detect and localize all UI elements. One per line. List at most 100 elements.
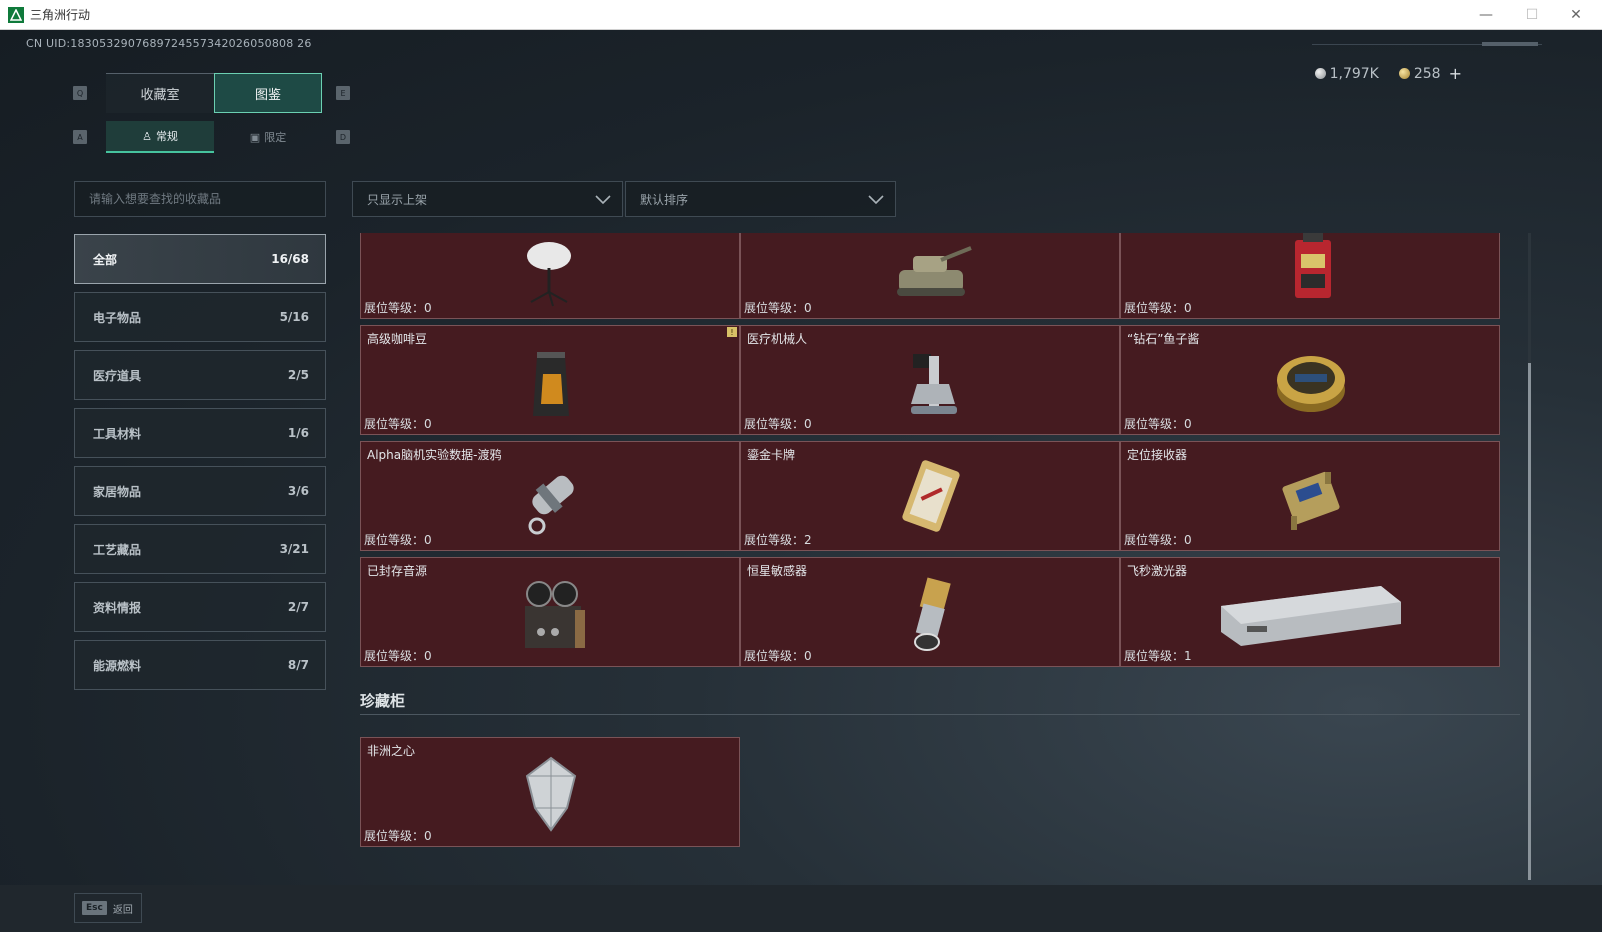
- item-card[interactable]: 高级咖啡豆 ! 展位等级：0: [360, 325, 740, 435]
- item-level: 展位等级：0: [744, 647, 812, 664]
- level-value: 0: [1184, 417, 1192, 431]
- category-label: 电子物品: [93, 310, 142, 325]
- level-value: 0: [424, 649, 432, 663]
- item-card[interactable]: 恒星敏感器 展位等级：0: [740, 557, 1120, 667]
- item-level: 展位等级：0: [364, 299, 432, 316]
- silver-currency: 1,797K: [1314, 66, 1379, 82]
- level-prefix: 展位等级：: [1124, 301, 1185, 315]
- item-name: 非洲之心: [367, 744, 416, 758]
- level-value: 0: [804, 417, 812, 431]
- category-energy[interactable]: 能源燃料 8/7: [74, 640, 326, 690]
- category-count: 2/5: [287, 368, 309, 382]
- category-count: 2/7: [287, 600, 309, 614]
- category-label: 工艺藏品: [93, 542, 142, 557]
- item-name: 医疗机械人: [747, 332, 808, 346]
- sort-dropdown[interactable]: 默认排序: [625, 181, 896, 217]
- level-prefix: 展位等级：: [744, 417, 805, 431]
- prev-tab-key-hint[interactable]: Q: [73, 86, 87, 100]
- level-prefix: 展位等级：: [364, 649, 425, 663]
- category-label: 全部: [93, 252, 118, 267]
- gps-receiver-icon: [1251, 450, 1371, 542]
- item-card[interactable]: 展位等级：0: [1120, 233, 1500, 319]
- gold-coin-icon: [1398, 68, 1410, 79]
- currency-bar: 1,797K 258 +: [1314, 64, 1462, 83]
- item-level: 展位等级：0: [364, 827, 432, 844]
- item-name: 鎏金卡牌: [747, 448, 796, 462]
- item-level: 展位等级：2: [744, 531, 812, 548]
- category-label: 能源燃料: [93, 658, 142, 673]
- subtab-limited[interactable]: ▣ 限定: [214, 121, 322, 153]
- level-prefix: 展位等级：: [744, 533, 805, 547]
- item-card[interactable]: 非洲之心 展位等级：0: [360, 737, 740, 847]
- level-prefix: 展位等级：: [364, 417, 425, 431]
- esc-key-hint: Esc: [82, 901, 107, 915]
- level-prefix: 展位等级：: [1124, 649, 1185, 663]
- top-divider-accent: [1482, 42, 1538, 46]
- window-title-bar: 三角洲行动 — ☐ ✕: [0, 0, 1602, 30]
- subtab-limited-label: 限定: [264, 131, 287, 144]
- add-currency-button[interactable]: +: [1449, 64, 1462, 83]
- item-name: 定位接收器: [1127, 448, 1188, 462]
- maximize-button[interactable]: ☐: [1510, 0, 1554, 30]
- item-level: 展位等级：0: [1124, 531, 1192, 548]
- shelf-filter-dropdown[interactable]: 只显示上架: [352, 181, 623, 217]
- item-card[interactable]: Alpha脑机实验数据-渡鸦 展位等级：0: [360, 441, 740, 551]
- chevron-down-icon: [595, 195, 611, 205]
- category-tools[interactable]: 工具材料 1/6: [74, 408, 326, 458]
- item-card[interactable]: 医疗机械人 展位等级：0: [740, 325, 1120, 435]
- category-count: 16/68: [271, 252, 309, 266]
- level-value: 0: [424, 417, 432, 431]
- subtab-regular[interactable]: ♙ 常规: [106, 121, 214, 153]
- item-card[interactable]: 定位接收器 展位等级：0: [1120, 441, 1500, 551]
- next-subtab-key-hint[interactable]: D: [336, 130, 350, 144]
- item-level: 展位等级：0: [364, 647, 432, 664]
- item-card[interactable]: 已封存音源 展位等级：0: [360, 557, 740, 667]
- tab-catalog[interactable]: 图鉴: [214, 73, 322, 113]
- item-name: “钻石”鱼子酱: [1127, 332, 1200, 346]
- item-card[interactable]: 展位等级：0: [740, 233, 1120, 319]
- red-device-icon: [1251, 233, 1371, 310]
- subtab-regular-label: 常规: [155, 130, 178, 143]
- item-name: 高级咖啡豆: [367, 332, 428, 346]
- category-household[interactable]: 家居物品 3/6: [74, 466, 326, 516]
- sort-value: 默认排序: [640, 192, 689, 207]
- tank-model-icon: [871, 233, 991, 310]
- category-intel[interactable]: 资料情报 2/7: [74, 582, 326, 632]
- regular-icon: ♙: [142, 129, 152, 143]
- item-name: Alpha脑机实验数据-渡鸦: [367, 448, 502, 462]
- tab-collection-room[interactable]: 收藏室: [106, 73, 214, 113]
- item-level: 展位等级：0: [364, 531, 432, 548]
- category-crafts[interactable]: 工艺藏品 3/21: [74, 524, 326, 574]
- grid-scrollbar[interactable]: [1528, 233, 1531, 880]
- category-medical[interactable]: 医疗道具 2/5: [74, 350, 326, 400]
- next-tab-key-hint[interactable]: E: [336, 86, 350, 100]
- item-card[interactable]: 飞秒激光器 展位等级：1: [1120, 557, 1500, 667]
- item-card[interactable]: 鎏金卡牌 展位等级：2: [740, 441, 1120, 551]
- level-prefix: 展位等级：: [744, 301, 805, 315]
- minimize-button[interactable]: —: [1464, 0, 1508, 30]
- category-label: 医疗道具: [93, 368, 142, 383]
- level-prefix: 展位等级：: [1124, 417, 1185, 431]
- gold-card-icon: [871, 450, 991, 542]
- category-electronics[interactable]: 电子物品 5/16: [74, 292, 326, 342]
- back-button[interactable]: Esc 返回: [74, 893, 142, 923]
- laser-module-icon: [1211, 566, 1411, 658]
- item-name: 已封存音源: [367, 564, 428, 578]
- level-value: 0: [1184, 301, 1192, 315]
- category-count: 3/6: [287, 484, 309, 498]
- item-card[interactable]: 展位等级：0: [360, 233, 740, 319]
- category-all[interactable]: 全部 16/68: [74, 234, 326, 284]
- item-card[interactable]: “钻石”鱼子酱 展位等级：0: [1120, 325, 1500, 435]
- main-tabs: 收藏室 图鉴: [106, 73, 322, 113]
- category-count: 8/7: [287, 658, 309, 672]
- scrollbar-thumb[interactable]: [1528, 363, 1531, 880]
- level-value: 0: [424, 829, 432, 843]
- prev-subtab-key-hint[interactable]: A: [73, 130, 87, 144]
- sub-tabs: ♙ 常规 ▣ 限定: [106, 121, 322, 153]
- search-input[interactable]: [74, 181, 326, 217]
- level-value: 1: [1184, 649, 1192, 663]
- category-label: 资料情报: [93, 600, 142, 615]
- level-value: 0: [424, 533, 432, 547]
- level-value: 0: [804, 649, 812, 663]
- close-button[interactable]: ✕: [1554, 0, 1598, 30]
